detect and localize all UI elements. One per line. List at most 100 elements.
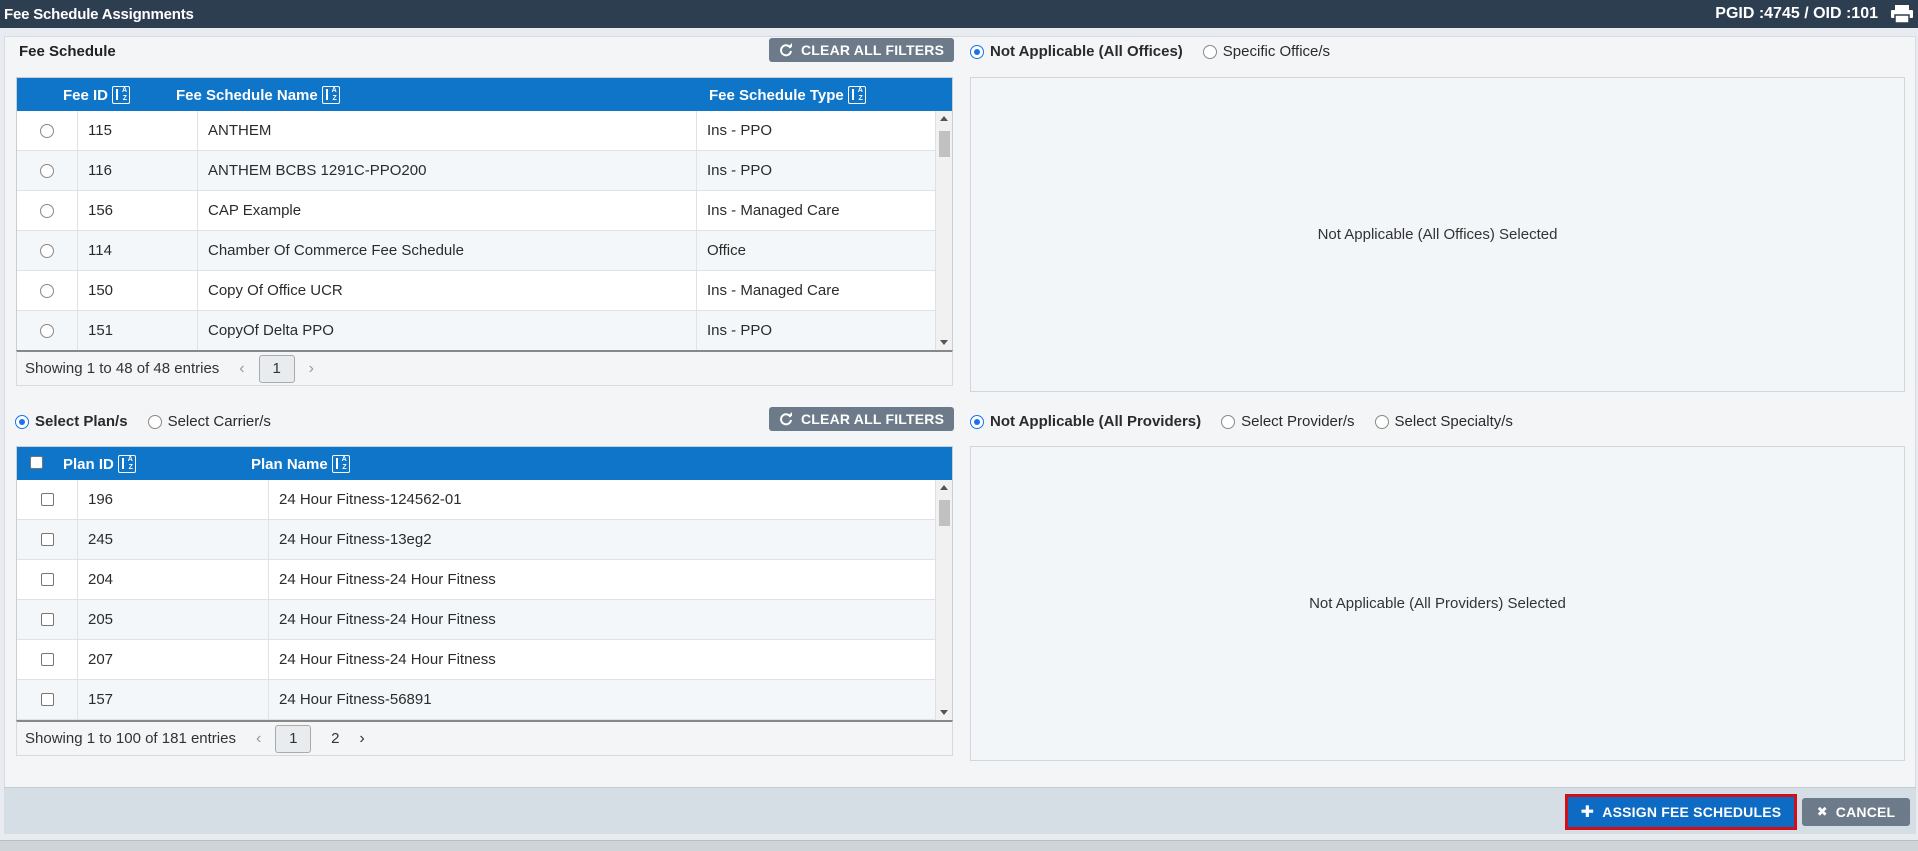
plan-option-carriers[interactable]: Select Carrier/s (147, 413, 271, 430)
fee-type-cell: Ins - PPO (707, 122, 773, 139)
sort-icon[interactable] (321, 86, 340, 104)
radio-icon[interactable] (970, 44, 984, 59)
provider-option-all[interactable]: Not Applicable (All Providers) (970, 413, 1201, 430)
page-button[interactable]: 2 (325, 725, 345, 753)
fee-name-cell: ANTHEM (198, 111, 697, 150)
prev-page-icon[interactable]: ‹ (256, 730, 261, 748)
table-row[interactable]: 196 24 Hour Fitness-124562-01 (17, 480, 935, 520)
fee-id-cell: 150 (78, 271, 198, 310)
page-button[interactable]: 1 (275, 724, 312, 753)
plan-name-cell: 24 Hour Fitness-56891 (279, 691, 432, 708)
table-row[interactable]: 205 24 Hour Fitness-24 Hour Fitness (17, 600, 935, 640)
fee-showing-text: Showing 1 to 48 of 48 entries (25, 360, 220, 377)
plan-id-cell: 204 (78, 560, 269, 599)
plan-option-plans[interactable]: Select Plan/s (15, 413, 128, 430)
fee-name-cell: Chamber Of Commerce Fee Schedule (198, 231, 697, 270)
provider-option-select-label: Select Provider/s (1241, 413, 1355, 430)
plan-name-column-header[interactable]: Plan Name (251, 455, 350, 473)
fee-id-column-header[interactable]: Fee ID (63, 86, 131, 104)
next-page-icon[interactable]: › (359, 730, 364, 748)
table-row[interactable]: 157 24 Hour Fitness-56891 (17, 680, 935, 720)
plans-table-header: Plan ID Plan Name (17, 447, 952, 480)
fee-table-scrollbar[interactable] (935, 111, 952, 350)
office-option-specific-label: Specific Office/s (1222, 43, 1331, 60)
fee-id-cell: 115 (78, 111, 198, 150)
window-title: Fee Schedule Assignments (4, 5, 194, 23)
plan-name-cell: 24 Hour Fitness-24 Hour Fitness (279, 611, 496, 628)
row-radio[interactable] (40, 163, 54, 178)
plan-name-cell: 24 Hour Fitness-24 Hour Fitness (279, 571, 496, 588)
row-radio[interactable] (40, 283, 54, 298)
sort-icon[interactable] (112, 86, 131, 104)
prev-page-icon[interactable]: ‹ (239, 360, 244, 378)
cancel-button[interactable]: ✖ CANCEL (1802, 798, 1910, 826)
radio-icon[interactable] (970, 414, 984, 429)
fee-type-cell: Ins - PPO (707, 162, 773, 179)
plans-showing-text: Showing 1 to 100 of 181 entries (25, 730, 236, 747)
row-radio[interactable] (40, 323, 54, 338)
office-option-all[interactable]: Not Applicable (All Offices) (970, 43, 1183, 60)
plan-options: Select Plan/s Select Carrier/s (15, 413, 285, 430)
plans-table: Plan ID Plan Name 196 24 Hour Fitness-124… (16, 446, 953, 721)
sort-icon[interactable] (117, 455, 136, 473)
radio-icon[interactable] (1221, 414, 1236, 429)
printer-icon[interactable] (1890, 5, 1914, 24)
fee-type-cell: Ins - PPO (707, 322, 773, 339)
offices-panel-text: Not Applicable (All Offices) Selected (1317, 226, 1558, 243)
radio-icon[interactable] (147, 414, 162, 429)
office-options: Not Applicable (All Offices) Specific Of… (970, 43, 1344, 60)
provider-option-select[interactable]: Select Provider/s (1221, 413, 1355, 430)
page-button[interactable]: 1 (258, 354, 295, 383)
title-bar: Fee Schedule Assignments PGID :4745 / OI… (0, 0, 1918, 28)
table-row[interactable]: 116 ANTHEM BCBS 1291C-PPO200 Ins - PPO (17, 151, 935, 191)
fee-id-header-label: Fee ID (63, 86, 109, 104)
refresh-icon (780, 43, 792, 57)
row-checkbox[interactable] (40, 613, 54, 626)
row-checkbox[interactable] (40, 573, 54, 586)
table-row[interactable]: 151 CopyOf Delta PPO Ins - PPO (17, 311, 935, 350)
radio-icon[interactable] (15, 414, 29, 429)
table-row[interactable]: 207 24 Hour Fitness-24 Hour Fitness (17, 640, 935, 680)
fee-schedule-name-column-header[interactable]: Fee Schedule Name (176, 86, 340, 104)
table-row[interactable]: 156 CAP Example Ins - Managed Care (17, 191, 935, 231)
sort-icon[interactable] (847, 86, 866, 104)
plans-table-scrollbar[interactable] (935, 480, 952, 720)
row-checkbox[interactable] (40, 653, 54, 666)
plan-id-column-header[interactable]: Plan ID (63, 455, 136, 473)
radio-icon[interactable] (1374, 414, 1389, 429)
fee-name-cell: ANTHEM BCBS 1291C-PPO200 (198, 151, 697, 190)
providers-panel: Not Applicable (All Providers) Selected (970, 446, 1905, 761)
provider-option-specialty-label: Select Specialty/s (1394, 413, 1513, 430)
assign-label: ASSIGN FEE SCHEDULES (1602, 804, 1782, 820)
plans-pager: Showing 1 to 100 of 181 entries ‹ 1 2 › (16, 720, 953, 756)
clear-fee-filters-button[interactable]: CLEAR ALL FILTERS (769, 38, 955, 62)
fee-name-header-label: Fee Schedule Name (176, 86, 318, 104)
select-all-checkbox[interactable] (30, 456, 43, 469)
provider-option-specialty[interactable]: Select Specialty/s (1374, 413, 1513, 430)
radio-icon[interactable] (1202, 44, 1217, 59)
main-content: Fee Schedule CLEAR ALL FILTERS Fee ID Fe… (4, 36, 1916, 788)
row-checkbox[interactable] (40, 533, 54, 546)
table-row[interactable]: 114 Chamber Of Commerce Fee Schedule Offic… (17, 231, 935, 271)
office-option-specific[interactable]: Specific Office/s (1202, 43, 1331, 60)
fee-id-cell: 114 (78, 231, 198, 270)
sort-icon[interactable] (331, 455, 350, 473)
fee-schedule-type-column-header[interactable]: Fee Schedule Type (709, 86, 866, 104)
table-row[interactable]: 204 24 Hour Fitness-24 Hour Fitness (17, 560, 935, 600)
table-row[interactable]: 150 Copy Of Office UCR Ins - Managed Care (17, 271, 935, 311)
table-row[interactable]: 245 24 Hour Fitness-13eg2 (17, 520, 935, 560)
plan-name-header-label: Plan Name (251, 455, 328, 473)
plus-icon: ✚ (1580, 804, 1595, 821)
row-radio[interactable] (40, 243, 54, 258)
providers-panel-text: Not Applicable (All Providers) Selected (1309, 595, 1566, 612)
fee-name-cell: Copy Of Office UCR (198, 271, 697, 310)
row-radio[interactable] (40, 203, 54, 218)
row-radio[interactable] (40, 123, 54, 138)
assign-fee-schedules-button[interactable]: ✚ ASSIGN FEE SCHEDULES (1565, 794, 1797, 830)
clear-plan-filters-button[interactable]: CLEAR ALL FILTERS (769, 407, 955, 431)
row-checkbox[interactable] (40, 693, 54, 706)
fee-schedule-table-header: Fee ID Fee Schedule Name Fee Schedule Ty… (17, 78, 952, 111)
table-row[interactable]: 115 ANTHEM Ins - PPO (17, 111, 935, 151)
row-checkbox[interactable] (40, 493, 54, 506)
next-page-icon[interactable]: › (309, 360, 314, 378)
